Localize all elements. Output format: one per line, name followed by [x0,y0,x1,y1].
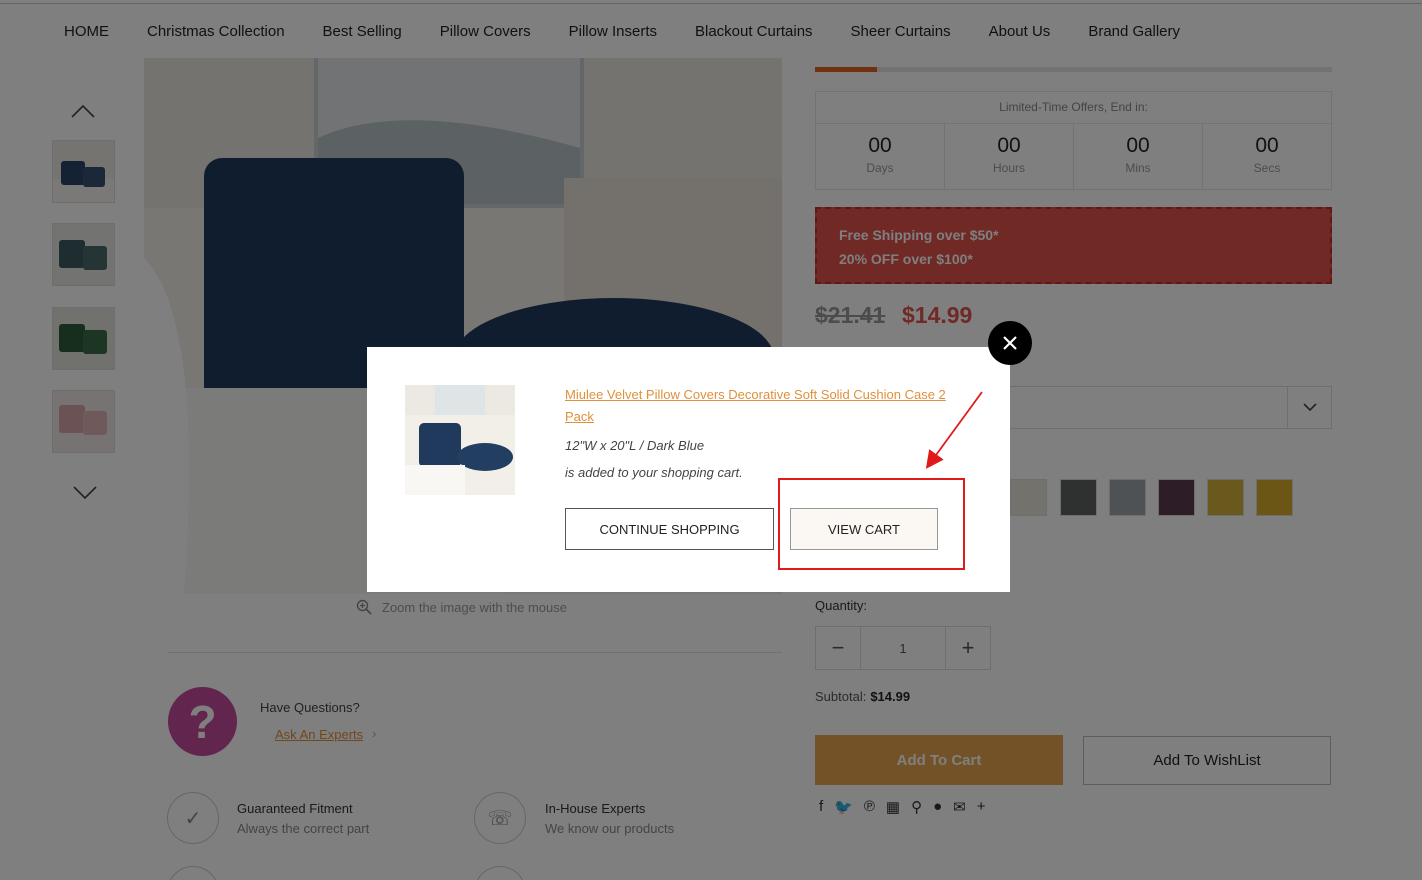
modal-product-image [405,385,515,495]
modal-product-title-link[interactable]: Miulee Velvet Pillow Covers Decorative S… [565,384,955,428]
close-modal-button[interactable] [988,321,1032,365]
continue-shopping-button[interactable]: CONTINUE SHOPPING [565,508,774,550]
close-icon [1003,336,1017,350]
modal-added-text: is added to your shopping cart. [565,465,743,480]
annotation-highlight-box [778,478,965,570]
product-photo [405,385,515,495]
modal-product-variant: 12"W x 20"L / Dark Blue [565,438,705,453]
